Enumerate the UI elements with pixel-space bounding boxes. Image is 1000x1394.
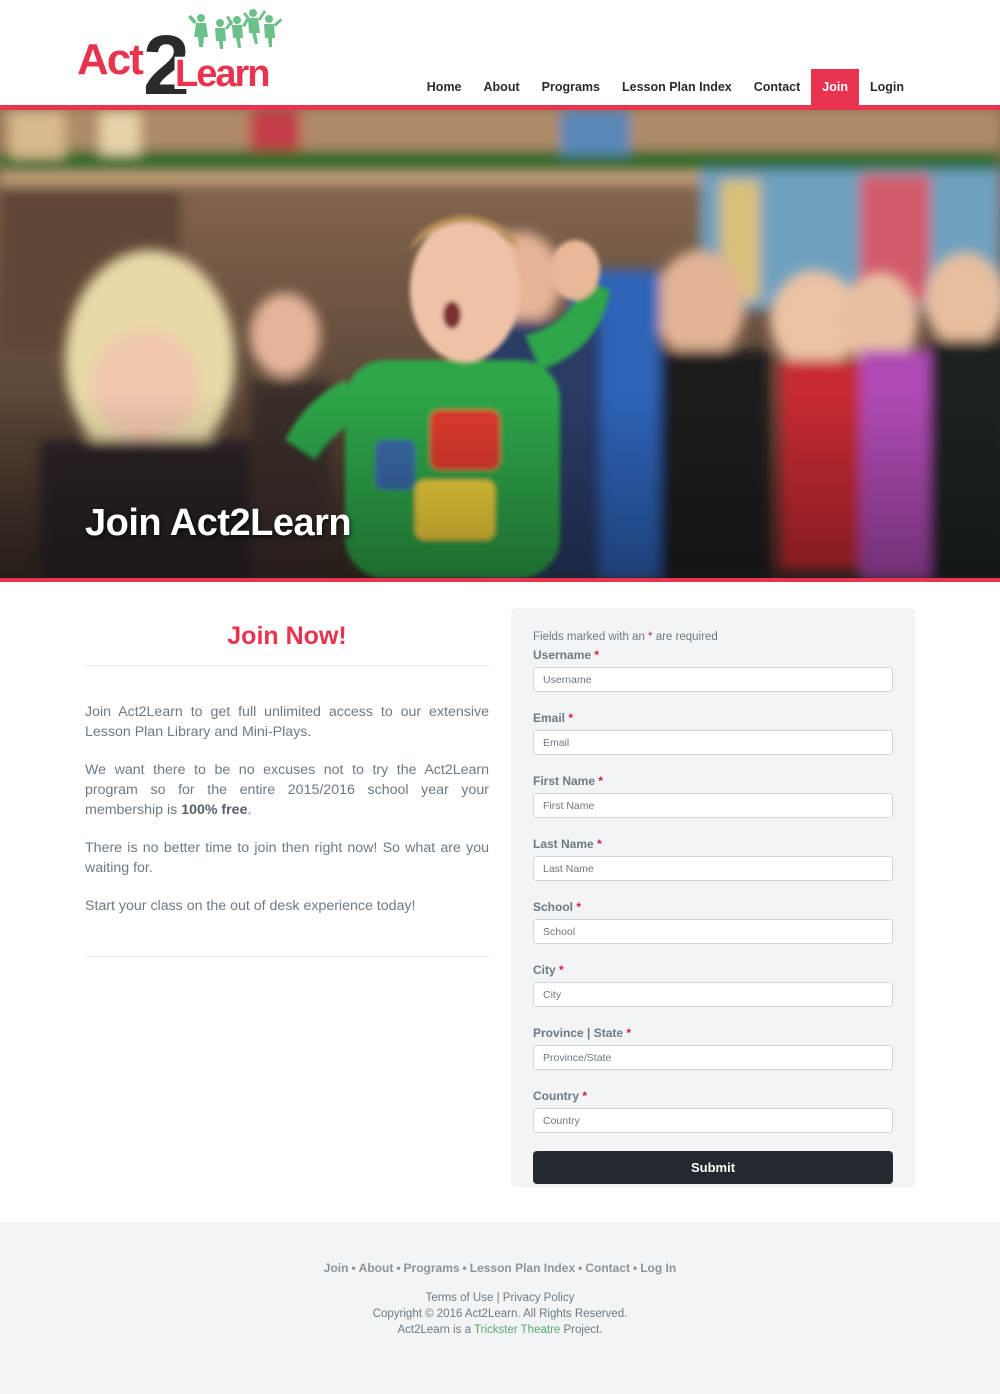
footer-nav: Join • About • Programs • Lesson Plan Index • Co… [0, 1261, 1000, 1279]
country-field-group: Country * [533, 1088, 893, 1133]
footer-link-contact[interactable]: Contact [585, 1261, 630, 1275]
nav-login[interactable]: Login [859, 69, 915, 105]
privacy-policy-link[interactable]: Privacy Policy [503, 1292, 575, 1304]
province-state-input[interactable] [533, 1045, 893, 1070]
submit-button[interactable]: Submit [533, 1151, 893, 1184]
username-input[interactable] [533, 667, 893, 692]
intro-paragraph-3: There is no better time to join then rig… [85, 840, 489, 876]
nav-lesson-plan-index[interactable]: Lesson Plan Index [611, 69, 743, 105]
nav-programs[interactable]: Programs [531, 69, 611, 105]
nav-join[interactable]: Join [811, 69, 859, 105]
separator: • [633, 1261, 638, 1275]
dancing-kids-icon [188, 9, 282, 49]
main-nav: Home About Programs Lesson Plan Index Co… [416, 69, 915, 105]
hero-banner: Join Act2Learn [0, 110, 1000, 578]
city-label: City * [533, 963, 564, 977]
intro-paragraph-1: Join Act2Learn to get full unlimited acc… [85, 704, 489, 740]
province-state-field-group: Province | State * [533, 1025, 893, 1070]
last-name-input[interactable] [533, 856, 893, 881]
hero-title: Join Act2Learn [85, 502, 352, 544]
divider [85, 956, 489, 957]
footer-link-log-in[interactable]: Log In [640, 1261, 676, 1275]
free-highlight: 100% free [181, 802, 248, 818]
footer-link-programs[interactable]: Programs [404, 1261, 460, 1275]
last-name-label: Last Name * [533, 837, 602, 851]
email-input[interactable] [533, 730, 893, 755]
username-field-group: Username * [533, 647, 893, 692]
trickster-theatre-link[interactable]: Trickster Theatre [474, 1324, 560, 1336]
join-form: Fields marked with an * are required Use… [511, 608, 915, 1187]
footer-link-about[interactable]: About [359, 1261, 394, 1275]
divider [85, 665, 489, 666]
svg-text:Act: Act [77, 35, 144, 84]
first-name-field-group: First Name * [533, 773, 893, 818]
separator: • [396, 1261, 401, 1275]
school-field-group: School * [533, 899, 893, 944]
school-input[interactable] [533, 919, 893, 944]
intro-paragraph-4: Start your class on the out of desk expe… [85, 898, 416, 914]
email-label: Email * [533, 711, 574, 725]
svg-text:Learn: Learn [175, 53, 268, 95]
site-header: Act 2 Learn Home About Programs Lesson P… [0, 0, 1000, 114]
username-label: Username * [533, 648, 600, 662]
separator: • [351, 1261, 356, 1275]
terms-of-use-link[interactable]: Terms of Use [426, 1292, 494, 1304]
country-input[interactable] [533, 1108, 893, 1133]
intro-text: Join Act2Learn to get full unlimited acc… [85, 702, 489, 916]
footer-link-lesson-plan-index[interactable]: Lesson Plan Index [470, 1261, 575, 1275]
city-field-group: City * [533, 962, 893, 1007]
separator: • [578, 1261, 583, 1275]
last-name-field-group: Last Name * [533, 836, 893, 881]
copyright: Copyright © 2016 Act2Learn. All Rights R… [372, 1308, 628, 1320]
country-label: Country * [533, 1089, 588, 1103]
city-input[interactable] [533, 982, 893, 1007]
act2learn-logo[interactable]: Act 2 Learn [74, 8, 287, 114]
first-name-input[interactable] [533, 793, 893, 818]
nav-about[interactable]: About [473, 69, 531, 105]
nav-contact[interactable]: Contact [743, 69, 812, 105]
legal-links: Terms of Use | Privacy Policy [0, 1290, 1000, 1306]
separator: • [462, 1261, 467, 1275]
first-name-label: First Name * [533, 774, 604, 788]
province-state-label: Province | State * [533, 1026, 632, 1040]
footer-link-join[interactable]: Join [324, 1261, 349, 1275]
join-intro: Join Now! Join Act2Learn to get full unl… [85, 608, 489, 957]
project-credit: Act2Learn is a Trickster Theatre Project… [397, 1324, 603, 1336]
email-field-group: Email * [533, 710, 893, 755]
required-note: Fields marked with an * are required [533, 631, 718, 643]
school-label: School * [533, 900, 582, 914]
site-footer: Join • About • Programs • Lesson Plan Index • Co… [0, 1222, 1000, 1394]
join-heading: Join Now! [227, 622, 347, 650]
nav-home[interactable]: Home [416, 69, 473, 105]
separator: | [496, 1292, 500, 1304]
intro-paragraph-2: We want there to be no excuses not to tr… [85, 762, 489, 818]
hero-divider [0, 578, 1000, 582]
